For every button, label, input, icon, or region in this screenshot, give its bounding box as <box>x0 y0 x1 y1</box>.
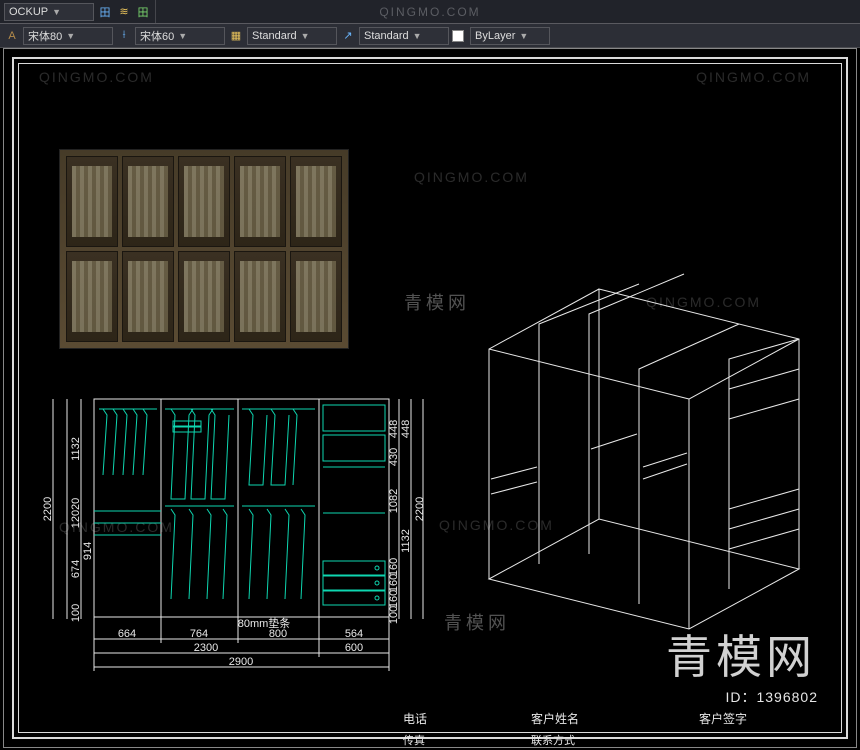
chevron-down-icon: ▼ <box>519 31 528 41</box>
tablestyle-dropdown[interactable]: Standard ▼ <box>247 27 337 45</box>
textstyle-dropdown[interactable]: 宋体80 ▼ <box>23 27 113 45</box>
format-toolbar: A 宋体80 ▼ ⟊ 宋体60 ▼ ▦ Standard ▼ ↗ Standar… <box>0 24 860 48</box>
chevron-down-icon: ▼ <box>178 31 187 41</box>
svg-text:664: 664 <box>118 628 136 640</box>
app-topbar: QINGMO.COM OCKUP ▼ 田 ≋ 田 <box>0 0 860 24</box>
svg-text:448: 448 <box>388 420 400 438</box>
chevron-down-icon: ▼ <box>52 7 61 17</box>
svg-text:764: 764 <box>190 628 208 640</box>
wardrobe-photo <box>59 149 349 349</box>
block-dd-label: OCKUP <box>9 6 48 18</box>
block-dropdown[interactable]: OCKUP ▼ <box>4 3 94 21</box>
svg-text:2200: 2200 <box>414 497 426 521</box>
chevron-down-icon: ▼ <box>66 31 75 41</box>
elevation-2d: 80mm垫条 664 764 800 564 2300 600 2900 <box>39 391 429 696</box>
tablestyle-label: Standard <box>252 30 297 42</box>
titleblock-row2: 传真 联系方式 <box>17 733 843 747</box>
svg-text:2900: 2900 <box>229 656 253 668</box>
mleader-dropdown[interactable]: Standard ▼ <box>359 27 449 45</box>
color-swatch[interactable] <box>452 30 464 42</box>
svg-text:800: 800 <box>269 628 287 640</box>
svg-text:600: 600 <box>345 642 363 654</box>
drawing-canvas[interactable]: QINGMO.COM QINGMO.COM QINGMO.COM QINGMO.… <box>3 48 857 748</box>
svg-text:564: 564 <box>345 628 363 640</box>
titleblock: 电话 客户姓名 客户签字 <box>17 703 843 733</box>
svg-text:1132: 1132 <box>400 529 412 553</box>
dimstyle-dropdown[interactable]: 宋体60 ▼ <box>135 27 225 45</box>
svg-text:914: 914 <box>82 542 94 560</box>
chevron-down-icon: ▼ <box>413 31 422 41</box>
svg-text:12020: 12020 <box>70 498 82 529</box>
svg-text:2300: 2300 <box>194 642 218 654</box>
svg-text:1082: 1082 <box>388 489 400 513</box>
svg-text:160: 160 <box>388 558 400 576</box>
tb-phone-label: 电话 <box>397 703 445 733</box>
svg-text:2200: 2200 <box>42 497 54 521</box>
tablestyle-icon[interactable]: ▦ <box>228 28 244 44</box>
bylayer-dropdown[interactable]: ByLayer ▼ <box>470 27 550 45</box>
mleader-label: Standard <box>364 30 409 42</box>
tb-customer-name-label: 客户姓名 <box>525 703 603 733</box>
textstyle-label: 宋体80 <box>28 28 62 44</box>
layers-stack-icon[interactable]: ≋ <box>116 4 132 20</box>
svg-text:674: 674 <box>70 560 82 578</box>
dimstyle-icon[interactable]: ⟊ <box>116 28 132 44</box>
bylayer-label: ByLayer <box>475 30 515 42</box>
layer-icon[interactable]: 田 <box>97 4 113 20</box>
tb-contact-label: 联系方式 <box>525 733 603 747</box>
svg-text:100: 100 <box>70 604 82 622</box>
svg-text:430: 430 <box>388 448 400 466</box>
tb-fax-label: 传真 <box>397 733 445 747</box>
tb-customer-sign-label: 客户签字 <box>693 703 773 733</box>
mleader-icon[interactable]: ↗ <box>340 28 356 44</box>
svg-text:448: 448 <box>400 420 412 438</box>
svg-text:1132: 1132 <box>70 437 82 461</box>
chevron-down-icon: ▼ <box>301 31 310 41</box>
layer-state-icon[interactable]: 田 <box>135 4 151 20</box>
dimstyle-label: 宋体60 <box>140 28 174 44</box>
wardrobe-isometric <box>429 229 829 649</box>
textstyle-icon[interactable]: A <box>4 28 20 44</box>
